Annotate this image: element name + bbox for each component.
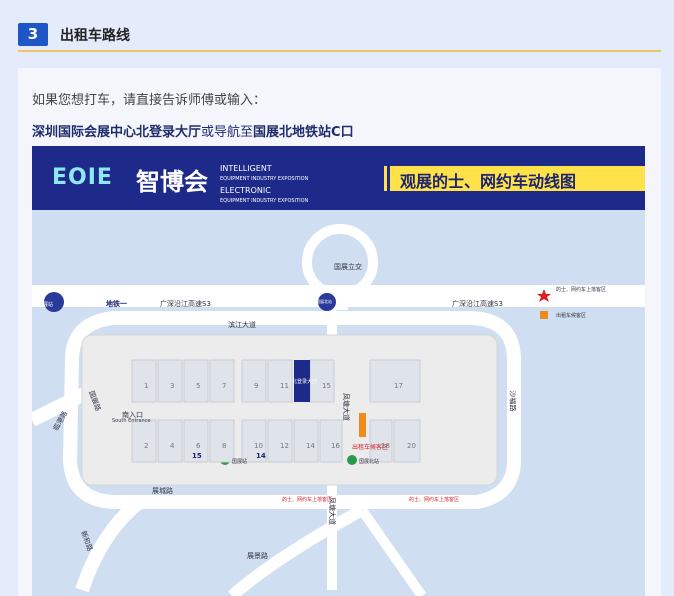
label-station-right: 国展北站 — [359, 459, 380, 465]
label-north-hall: 北登录大厅 — [292, 379, 318, 385]
legend-pickup: 的士、网约车上落客区 — [556, 287, 607, 293]
destination-text: 深圳国际会展中心北登录大厅或导航至国展北地铁站C口 — [32, 121, 354, 140]
hall-4: 4 — [170, 442, 175, 450]
hall-7: 7 — [222, 382, 227, 390]
hall-14: 14 — [306, 442, 315, 450]
hall-1: 1 — [144, 382, 149, 390]
hall-8: 8 — [222, 442, 227, 450]
destination-connector: 或导航至 — [201, 125, 254, 140]
hall-16: 16 — [331, 442, 340, 450]
eoie-logo: EOIE — [52, 165, 113, 190]
label-highway-left: 广深沿江高速S3 — [160, 300, 211, 308]
label-zhanjing-road: 展景路 — [247, 552, 268, 560]
legend-taxi-area: 出租车候客区 — [556, 313, 587, 319]
section-number-badge: 3 — [18, 23, 48, 46]
hall-6: 6 — [196, 442, 201, 450]
label-interchange: 国展立交 — [334, 263, 362, 271]
hall-15: 15 — [322, 382, 331, 390]
label-left-station-circle: 国展站 — [38, 302, 54, 308]
label-south-entrance-en: South Entrance — [112, 418, 151, 424]
label-binjiang-road: 滨江大道 — [228, 321, 256, 329]
intro-text: 如果您想打车，请直接告诉师傅或输入： — [32, 93, 267, 108]
content-card: 如果您想打车，请直接告诉师傅或输入： 深圳国际会展中心北登录大厅或导航至国展北地… — [18, 68, 661, 596]
route-map: EOIE 智博会 INTELLIGENT EQUIPMENT INDUSTRY E… — [32, 146, 645, 596]
destination-primary: 深圳国际会展中心北登录大厅 — [32, 125, 202, 140]
label-station-left: 国展站 — [232, 459, 248, 465]
section-title: 出租车路线 — [60, 28, 130, 44]
label-zhancheng-road: 展城路 — [152, 487, 173, 495]
destination-secondary: 国展北地铁站C口 — [253, 125, 354, 140]
hall-11: 11 — [280, 382, 289, 390]
section-header: 3 出租车路线 — [18, 19, 661, 52]
hall-9: 9 — [254, 382, 259, 390]
label-metro-line: 地铁一 — [106, 300, 127, 308]
hall-2: 2 — [144, 442, 149, 450]
label-haixiu-road: 沙福路 — [508, 390, 517, 412]
hall-18: 18 — [381, 442, 390, 450]
map-header: EOIE 智博会 INTELLIGENT EQUIPMENT INDUSTRY E… — [32, 146, 645, 210]
logo-english: INTELLIGENT EQUIPMENT INDUSTRY EXPOSITION… — [220, 164, 309, 204]
hall-10: 10 — [254, 442, 263, 450]
label-fengtang-road: 凤塘大道 — [342, 393, 350, 421]
hall-5: 5 — [196, 382, 201, 390]
hall-12: 12 — [280, 442, 289, 450]
hall-20: 20 — [407, 442, 416, 450]
logo-chinese: 智博会 — [136, 168, 208, 196]
label-pickup-area-2: 的士、网约车上落客区 — [409, 497, 460, 503]
label-gate-14: 14 — [256, 452, 266, 460]
label-gate-15: 15 — [192, 452, 202, 460]
map-banner: 观展的士、网约车动线图 — [384, 166, 645, 191]
label-highway-right: 广深沿江高速S3 — [452, 300, 503, 308]
hall-17: 17 — [394, 382, 403, 390]
hall-3: 3 — [170, 382, 175, 390]
label-pickup-area: 的士、网约车上落客区 — [282, 497, 333, 503]
label-right-station-circle: 国展北站 — [316, 299, 332, 304]
